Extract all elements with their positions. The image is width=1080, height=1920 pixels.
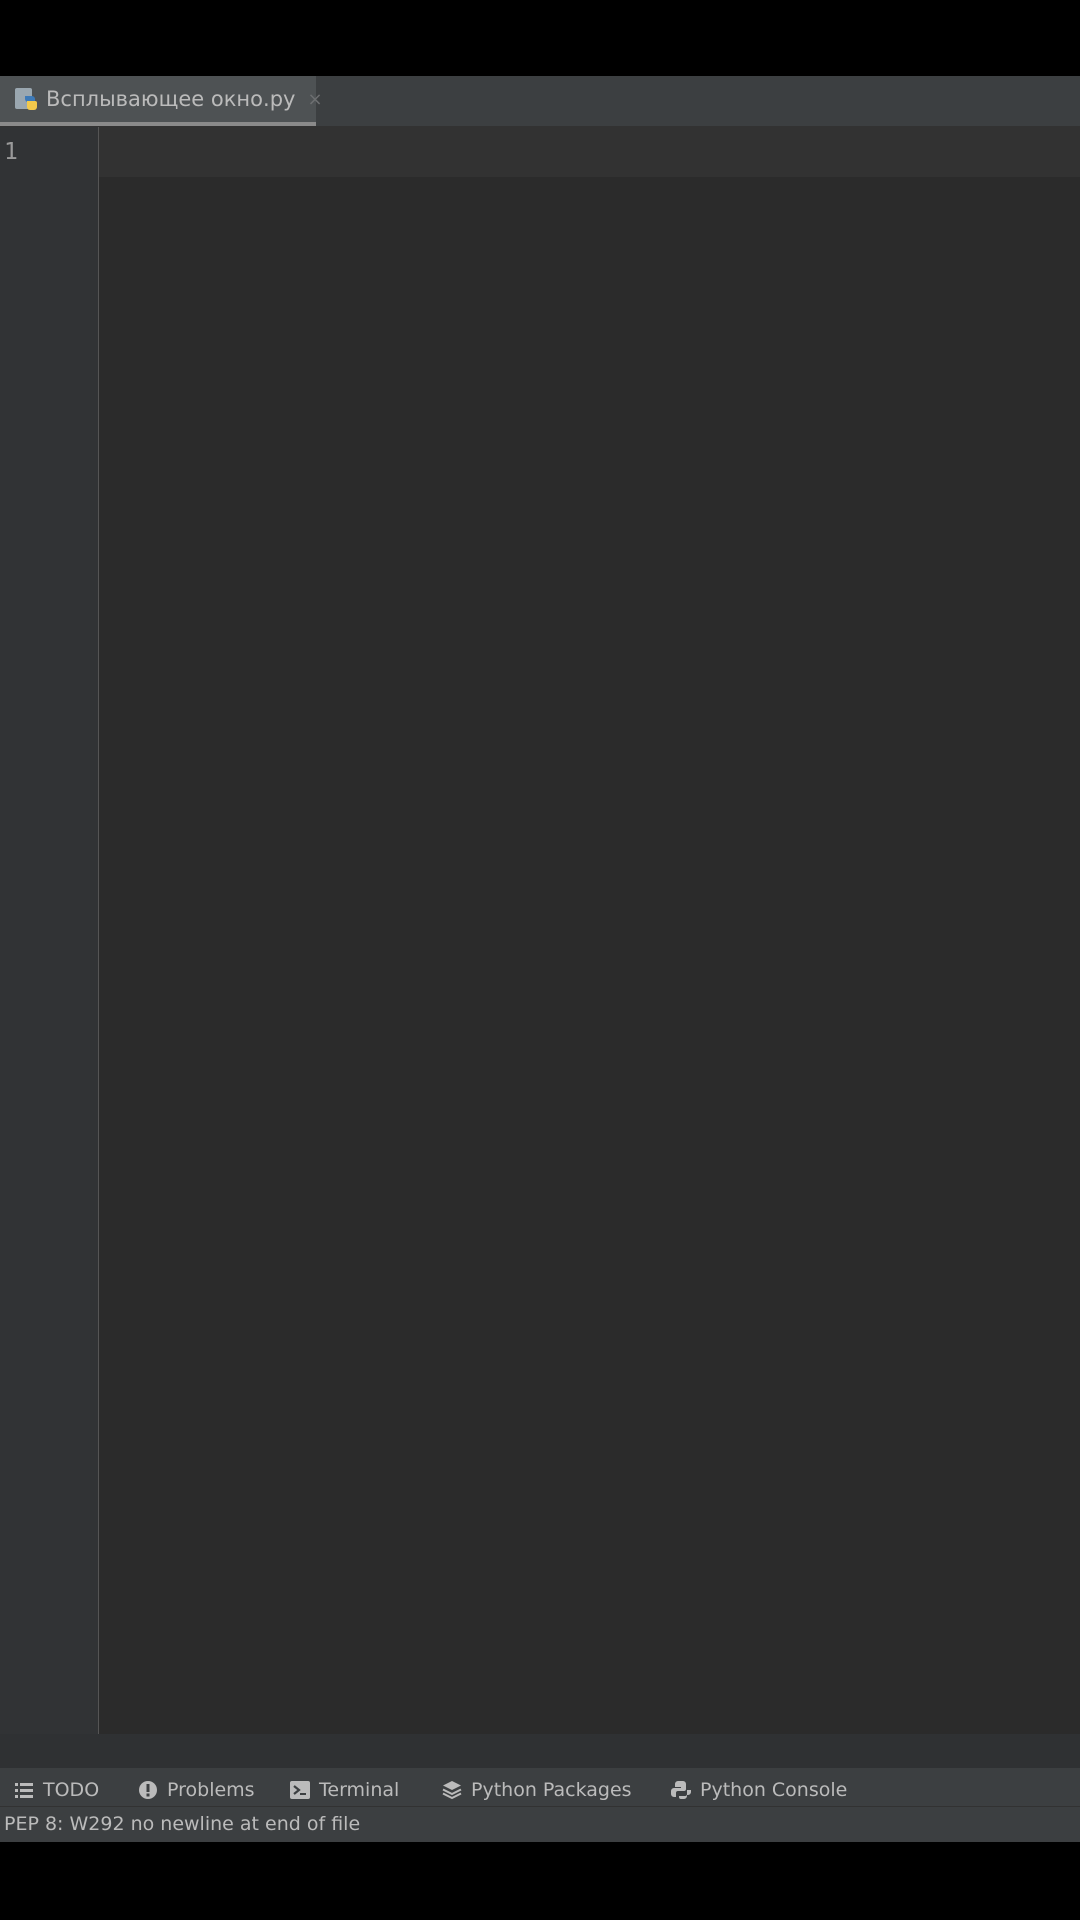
status-bar: PEP 8: W292 no newline at end of file	[0, 1806, 1080, 1843]
layers-icon	[442, 1780, 462, 1800]
tool-window-python-packages[interactable]: Python Packages	[442, 1776, 632, 1804]
tool-window-todo[interactable]: TODO	[14, 1776, 99, 1804]
screen-top-letterbox	[0, 0, 1080, 76]
line-number-gutter: 1	[0, 127, 99, 1734]
current-line-highlight[interactable]	[99, 127, 1080, 177]
warning-circle-icon	[138, 1780, 158, 1800]
tool-window-python-console-label: Python Console	[700, 1779, 848, 1801]
tool-window-terminal[interactable]: Terminal	[290, 1776, 399, 1804]
tool-window-todo-label: TODO	[43, 1779, 100, 1801]
python-file-icon	[12, 85, 40, 113]
tool-window-problems[interactable]: Problems	[138, 1776, 255, 1804]
status-message[interactable]: PEP 8: W292 no newline at end of file	[4, 1813, 360, 1835]
editor-tab-label: Всплывающее окно.py	[46, 87, 296, 111]
tool-window-bar: TODO Problems Terminal Python Packages P…	[0, 1734, 1080, 1806]
ide-window: Всплывающее окно.py × 1 TODO Problems Te…	[0, 76, 1080, 1843]
screen-bottom-letterbox	[0, 1842, 1080, 1920]
list-icon	[14, 1780, 34, 1800]
python-console-icon	[671, 1780, 691, 1800]
tab-close-icon[interactable]: ×	[307, 89, 322, 110]
terminal-icon	[290, 1780, 310, 1800]
tool-window-terminal-label: Terminal	[319, 1779, 400, 1801]
editor-tab[interactable]: Всплывающее окно.py ×	[0, 76, 323, 126]
tool-window-python-packages-label: Python Packages	[471, 1779, 632, 1801]
tool-window-python-console[interactable]: Python Console	[671, 1776, 847, 1804]
code-editor[interactable]: 1	[0, 127, 1080, 1734]
tool-window-strip	[0, 1734, 1080, 1768]
code-area[interactable]	[99, 177, 1080, 1734]
tool-window-problems-label: Problems	[167, 1779, 255, 1801]
editor-tab-bar: Всплывающее окно.py ×	[0, 76, 1080, 127]
line-number: 1	[4, 139, 18, 165]
